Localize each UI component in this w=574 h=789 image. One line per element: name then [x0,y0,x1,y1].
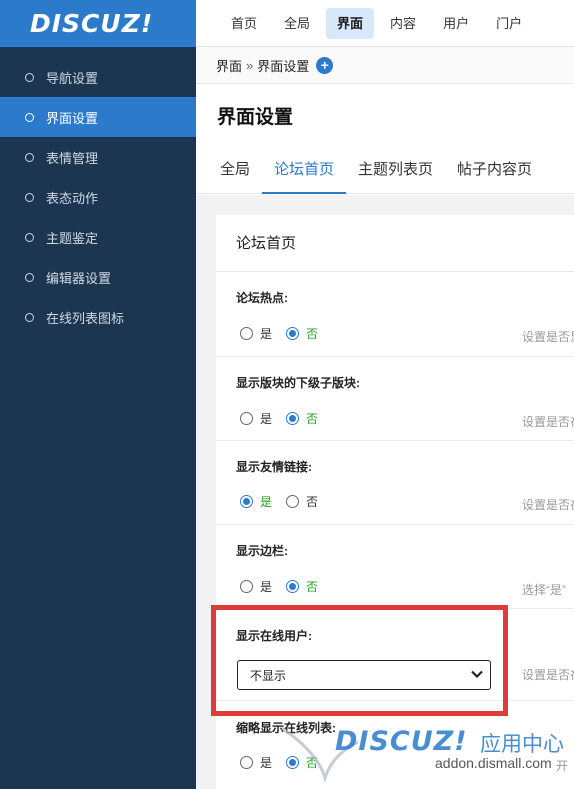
tab-global[interactable]: 全局 [208,148,262,194]
circle-icon [25,152,34,162]
sidebar-item-reactions[interactable]: 表态动作 [0,177,196,217]
radio-no[interactable]: 否 [286,325,318,342]
nav-ui[interactable]: 界面 [326,7,375,39]
circle-icon [25,272,34,282]
sidebar-list: 导航设置 界面设置 表情管理 表态动作 主题鉴定 编辑器设置 在线列表图标 [0,57,196,337]
radio-circle[interactable] [240,412,253,425]
radio-yes[interactable]: 是 [240,754,272,771]
radio-circle[interactable] [286,495,300,508]
top-nav: 首页 全局 界面 内容 用户 门户 [196,0,574,47]
sidebar-item-smilies[interactable]: 表情管理 [0,137,196,177]
radio-circle[interactable] [286,580,300,593]
page-title: 界面设置 [217,107,294,128]
tab-bar: 全局 论坛首页 主题列表页 帖子内容页 [196,148,574,194]
breadcrumb-current: 界面设置 [257,58,310,74]
radio-no[interactable]: 否 [286,578,318,595]
plus-icon[interactable]: + [316,56,334,74]
radio-group: 是 否 [240,325,332,342]
breadcrumb-separator: » [246,57,254,73]
radio-circle[interactable] [240,327,253,340]
setting-hint: 设置是否在 [522,498,574,512]
setting-hint: 设置是否在 [522,415,574,429]
circle-icon [25,232,34,242]
circle-icon [25,192,34,202]
radio-no[interactable]: 否 [286,410,318,427]
radio-yes[interactable]: 是 [240,325,272,342]
sidebar-item-nav-settings[interactable]: 导航设置 [0,57,196,97]
highlight-box [211,605,508,716]
setting-row-sidebar: 显示边栏: 是 否 选择“是” [216,525,574,609]
radio-circle[interactable] [240,756,253,769]
sidebar-item-thread-stamps[interactable]: 主题鉴定 [0,217,196,257]
setting-label: 显示友情链接: [236,460,312,474]
radio-yes[interactable]: 是 [240,410,272,427]
setting-hint: 选择“是” [522,583,566,597]
breadcrumb-root[interactable]: 界面 [216,56,242,75]
nav-global[interactable]: 全局 [273,8,321,39]
nav-home[interactable]: 首页 [220,8,268,39]
radio-group: 是 否 [240,410,332,427]
setting-label: 论坛热点: [236,291,288,305]
radio-yes[interactable]: 是 [240,493,272,510]
setting-row-hot-topics: 论坛热点: 是 否 设置是否显 [216,272,574,357]
watermark-logo: DISCUZ! [335,726,468,757]
radio-circle[interactable] [286,327,300,340]
tab-thread-list[interactable]: 主题列表页 [346,148,445,194]
watermark: DISCUZ! 应用中心 addon.dismall.com [280,722,574,789]
setting-label: 显示版块的下级子版块: [236,376,360,390]
watermark-url: addon.dismall.com [435,755,552,771]
radio-circle[interactable] [286,412,300,425]
setting-row-friend-links: 显示友情链接: 是 否 设置是否在 [216,441,574,525]
watermark-label: 应用中心 [480,733,564,756]
sidebar-item-online-icons[interactable]: 在线列表图标 [0,297,196,337]
panel-title: 论坛首页 [216,215,574,272]
setting-label: 显示边栏: [236,544,288,558]
nav-users[interactable]: 用户 [432,8,480,39]
logo[interactable]: DISCUZ! [0,0,196,47]
nav-portal[interactable]: 门户 [485,8,533,39]
sidebar: DISCUZ! 导航设置 界面设置 表情管理 表态动作 主题鉴定 编辑器设置 在… [0,0,196,789]
setting-hint: 设置是否显 [522,330,574,344]
setting-row-sub-forums: 显示版块的下级子版块: 是 否 设置是否在 [216,357,574,441]
tab-post-content[interactable]: 帖子内容页 [445,148,544,194]
circle-icon [25,312,34,322]
setting-hint: 设置是否在 [522,668,574,682]
radio-circle[interactable] [240,580,253,593]
sidebar-item-editor-settings[interactable]: 编辑器设置 [0,257,196,297]
circle-icon [25,112,34,122]
radio-group: 是 否 [240,578,332,595]
radio-yes[interactable]: 是 [240,578,272,595]
breadcrumb: 界面 » 界面设置 + [196,47,574,84]
sidebar-item-ui-settings[interactable]: 界面设置 [0,97,196,137]
radio-group: 是 否 [240,493,332,510]
tab-forum-home[interactable]: 论坛首页 [262,148,347,194]
nav-content[interactable]: 内容 [379,8,427,39]
radio-no[interactable]: 否 [286,493,318,510]
circle-icon [25,72,34,82]
radio-circle[interactable] [240,495,253,508]
